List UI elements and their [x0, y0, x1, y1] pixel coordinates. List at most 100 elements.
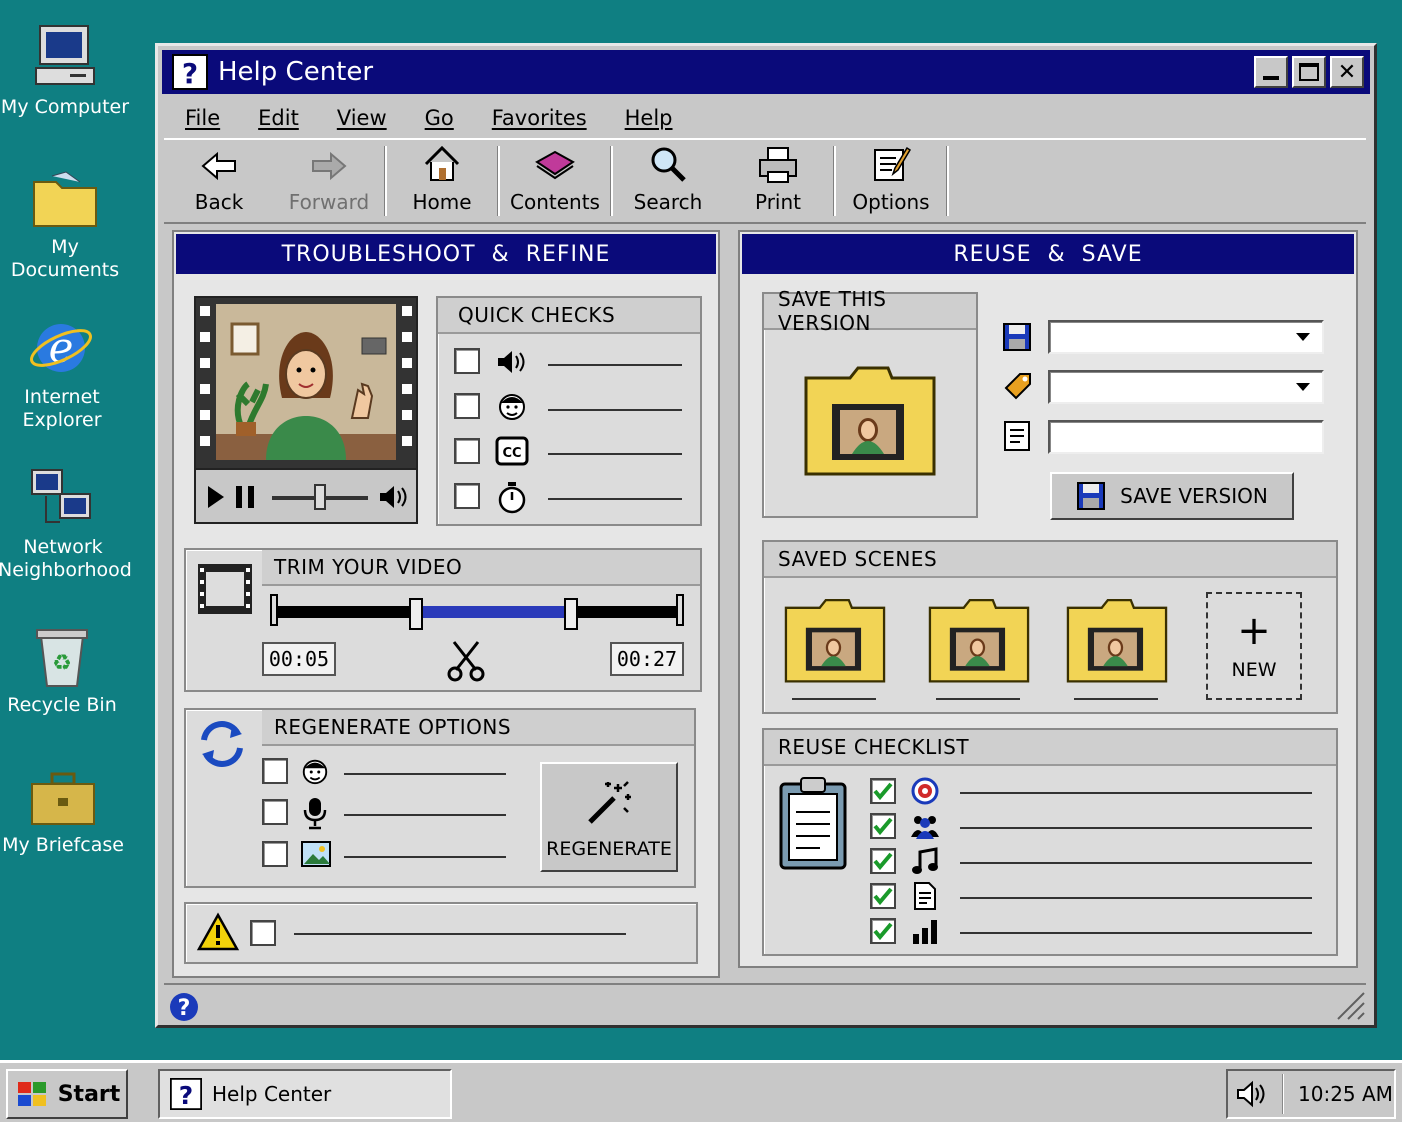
options-button[interactable]: Options	[836, 140, 946, 222]
menu-go[interactable]: Go	[425, 106, 454, 130]
network-icon	[31, 469, 91, 523]
saved-scene-item[interactable]	[924, 594, 1034, 702]
close-button[interactable]: ✕	[1330, 56, 1364, 88]
checklist-checkbox[interactable]	[870, 778, 896, 804]
save-version-button[interactable]: SAVE VERSION	[1050, 472, 1294, 520]
taskbar-task-help-center[interactable]: ? Help Center	[158, 1069, 452, 1119]
trim-end-time[interactable]: 00:27	[610, 642, 684, 676]
menu-favorites[interactable]: Favorites	[492, 106, 587, 130]
video-frame	[196, 298, 416, 468]
briefcase-icon	[31, 772, 95, 825]
video-folder-icon	[804, 366, 936, 476]
clock[interactable]: 10:25 AM	[1298, 1082, 1393, 1106]
video-folder-icon	[928, 598, 1030, 683]
quick-check-checkbox[interactable]	[454, 348, 480, 374]
saved-scene-item[interactable]	[1062, 594, 1172, 702]
forward-button[interactable]: Forward	[274, 140, 384, 222]
menu-view[interactable]: View	[337, 106, 387, 130]
trim-start-handle[interactable]	[408, 598, 423, 630]
quick-check-line	[548, 453, 682, 455]
start-button[interactable]: Start	[6, 1069, 128, 1119]
checklist-checkbox[interactable]	[870, 813, 896, 839]
scissors-icon[interactable]	[446, 638, 486, 682]
home-label: Home	[412, 190, 472, 214]
quick-check-checkbox[interactable]	[454, 483, 480, 509]
speaker-icon[interactable]	[378, 483, 410, 511]
desktop-icon-recycle-bin[interactable]: ♻ Recycle Bin	[0, 624, 127, 717]
pause-icon[interactable]	[236, 486, 254, 508]
saved-scenes-box: SAVED SCENES + NEW	[762, 540, 1338, 714]
quick-check-checkbox[interactable]	[454, 438, 480, 464]
back-button[interactable]: Back	[164, 140, 274, 222]
volume-icon[interactable]	[1236, 1080, 1270, 1108]
checklist-checkbox[interactable]	[870, 848, 896, 874]
desktop-icon-label: My Documents	[10, 236, 120, 281]
regenerate-option-line	[344, 814, 506, 816]
trim-right-cap	[676, 594, 684, 626]
new-scene-button[interactable]: + NEW	[1206, 592, 1302, 700]
quick-check-checkbox[interactable]	[454, 393, 480, 419]
options-label: Options	[852, 190, 930, 214]
taskbar-task-label: Help Center	[212, 1082, 332, 1106]
refresh-icon	[201, 721, 243, 767]
checkmark-icon	[873, 887, 893, 906]
warning-box	[184, 902, 698, 964]
contents-button[interactable]: Contents	[500, 140, 610, 222]
desktop-icon-my-briefcase[interactable]: My Briefcase	[0, 770, 128, 857]
toolbar-separator	[946, 146, 949, 216]
desktop-icon-label: Network Neighborhood	[0, 536, 132, 581]
troubleshoot-pane: TROUBLESHOOT & REFINE QUICK CHECKS CC TR…	[172, 230, 720, 978]
minimize-icon	[1263, 76, 1279, 80]
checklist-line	[960, 932, 1312, 934]
menu-help[interactable]: Help	[625, 106, 673, 130]
desktop-icon-my-computer[interactable]: My Computer	[0, 22, 130, 119]
print-button[interactable]: Print	[723, 140, 833, 222]
svg-text:♻: ♻	[52, 651, 72, 676]
forward-arrow-icon	[312, 151, 347, 181]
tag-dropdown[interactable]	[1048, 370, 1324, 404]
notes-input[interactable]	[1048, 420, 1324, 454]
maximize-button[interactable]	[1292, 56, 1326, 88]
troubleshoot-header: TROUBLESHOOT & REFINE	[176, 234, 716, 274]
play-icon[interactable]	[208, 486, 224, 508]
checklist-line	[960, 827, 1312, 829]
version-name-dropdown[interactable]	[1048, 320, 1324, 354]
title-bar[interactable]: ? Help Center ✕	[162, 50, 1370, 94]
regenerate-option-checkbox[interactable]	[262, 758, 288, 784]
warning-checkbox[interactable]	[250, 920, 276, 946]
saved-scene-item[interactable]	[780, 594, 890, 702]
people-icon	[910, 811, 940, 845]
video-controls	[196, 468, 416, 522]
home-button[interactable]: Home	[387, 140, 497, 222]
minimize-button[interactable]	[1254, 56, 1288, 88]
regenerate-option-checkbox[interactable]	[262, 799, 288, 825]
trim-start-time[interactable]: 00:05	[262, 642, 336, 676]
checkmark-icon	[873, 817, 893, 836]
reuse-checklist-box: REUSE CHECKLIST	[762, 728, 1338, 956]
desktop-icon-internet-explorer[interactable]: e Internet Explorer	[0, 316, 127, 432]
checklist-line	[960, 862, 1312, 864]
document-icon	[910, 881, 940, 915]
desktop-icon-my-documents[interactable]: My Documents	[0, 168, 130, 282]
resize-grip-icon[interactable]	[1332, 987, 1366, 1021]
new-scene-label: NEW	[1231, 659, 1277, 681]
checklist-checkbox[interactable]	[870, 883, 896, 909]
close-icon: ✕	[1337, 59, 1357, 85]
search-button[interactable]: Search	[613, 140, 723, 222]
desktop-icon-network-neighborhood[interactable]: Network Neighborhood	[0, 466, 132, 582]
trim-end-handle[interactable]	[564, 598, 579, 630]
regenerate-option-checkbox[interactable]	[262, 841, 288, 867]
help-circle-icon[interactable]: ?	[168, 991, 200, 1023]
quick-check-line	[548, 409, 682, 411]
trim-left-cap	[270, 594, 278, 626]
regenerate-button[interactable]: REGENERATE	[540, 762, 678, 872]
volume-slider-thumb[interactable]	[314, 484, 326, 510]
regenerate-option-line	[344, 773, 506, 775]
stopwatch-icon	[498, 482, 526, 514]
back-arrow-icon	[201, 151, 236, 181]
menu-file[interactable]: File	[185, 106, 220, 130]
svg-text:?: ?	[179, 1081, 193, 1110]
menu-edit[interactable]: Edit	[258, 106, 299, 130]
checklist-checkbox[interactable]	[870, 918, 896, 944]
video-folder-icon	[784, 598, 886, 683]
